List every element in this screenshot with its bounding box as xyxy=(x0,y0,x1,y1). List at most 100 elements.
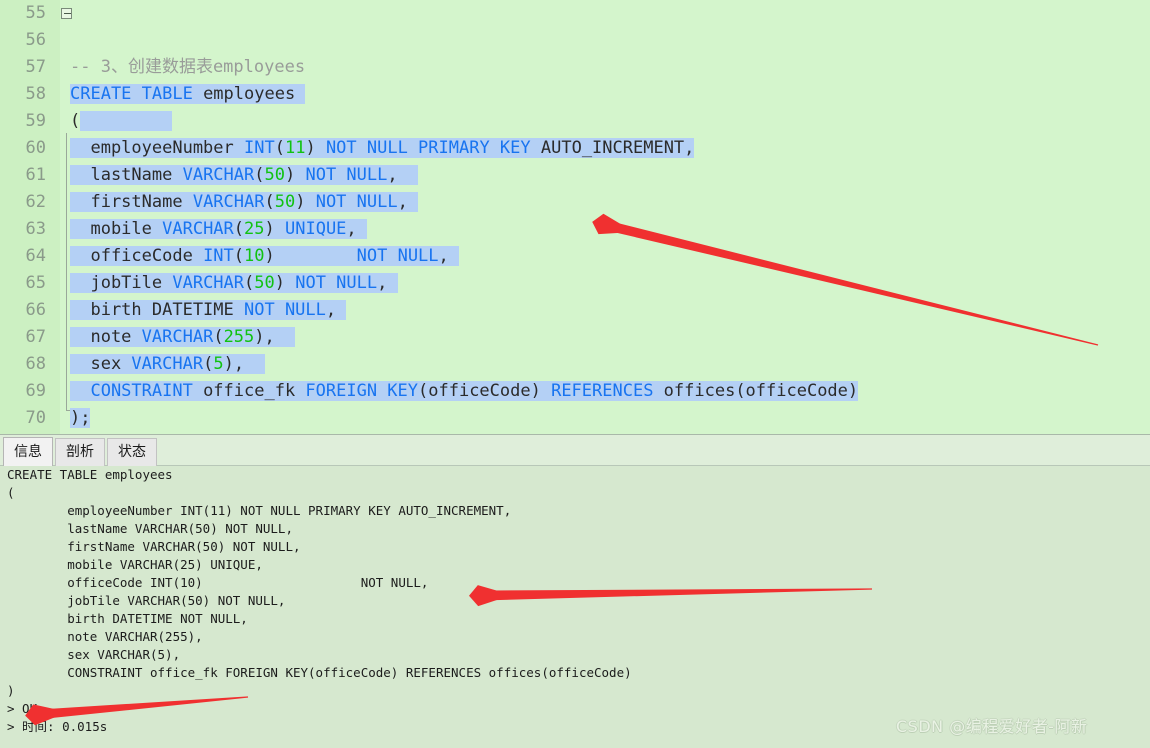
editor-line-number: 68 xyxy=(25,354,46,374)
message-output-pane[interactable]: CREATE TABLE employees ( employeeNumber I… xyxy=(0,466,1150,748)
editor-line[interactable]: 59 ( xyxy=(0,108,1150,135)
tab-profile[interactable]: 剖析 xyxy=(55,438,105,466)
editor-line-text: ); xyxy=(70,405,91,432)
sql-editor-pane[interactable]: 55 56 57 -- 3、创建数据表employees 58 CREATE TABLE … xyxy=(0,0,1150,434)
editor-line[interactable]: 56 xyxy=(0,27,1150,54)
editor-line-number: 57 xyxy=(25,57,46,77)
output-line: CREATE TABLE employees xyxy=(7,467,173,482)
code-token: (officeCode) xyxy=(418,381,552,401)
editor-line[interactable]: 66 birth DATETIME NOT NULL, xyxy=(0,297,1150,324)
code-token: , xyxy=(387,165,419,185)
editor-line-number: 58 xyxy=(25,84,46,104)
code-token: 25 xyxy=(244,219,265,239)
editor-line[interactable]: 58 CREATE TABLE employees xyxy=(0,81,1150,108)
code-token: 5 xyxy=(213,354,224,374)
editor-line[interactable]: 67 note VARCHAR(255), xyxy=(0,324,1150,351)
code-token: mobile xyxy=(70,219,163,239)
editor-line[interactable]: 70); xyxy=(0,405,1150,432)
code-token: , xyxy=(377,273,398,293)
code-token: INT xyxy=(244,138,275,158)
editor-line-number: 59 xyxy=(25,111,46,131)
code-token: ) xyxy=(274,273,296,293)
code-token: ( xyxy=(233,219,245,239)
code-token: ) xyxy=(264,246,357,266)
editor-line-number: 65 xyxy=(25,273,46,293)
code-token: jobTile xyxy=(70,273,173,293)
editor-line-number: 70 xyxy=(25,408,46,428)
code-token: ); xyxy=(70,408,91,428)
editor-line-number: 63 xyxy=(25,219,46,239)
editor-line[interactable]: 57 -- 3、创建数据表employees xyxy=(0,54,1150,81)
code-token: ), xyxy=(223,354,265,374)
code-token: 50 xyxy=(254,273,275,293)
code-token: , xyxy=(438,246,460,266)
code-token: ( xyxy=(203,354,214,374)
tab-profile-label: 剖析 xyxy=(66,444,94,460)
editor-line-text: sex VARCHAR(5), xyxy=(70,351,265,378)
code-token xyxy=(80,111,173,131)
code-token: , xyxy=(346,219,367,239)
editor-line-number: 62 xyxy=(25,192,46,212)
editor-line-text: jobTile VARCHAR(50) NOT NULL, xyxy=(70,270,398,297)
editor-code-area[interactable]: 55 56 57 -- 3、创建数据表employees 58 CREATE TABLE … xyxy=(0,0,1150,434)
code-token: employeeNumber xyxy=(70,138,244,158)
output-line: officeCode INT(10) NOT NULL, xyxy=(7,575,429,590)
editor-line-number: 61 xyxy=(25,165,46,185)
code-token: UNIQUE xyxy=(285,219,347,239)
code-token: 50 xyxy=(264,165,285,185)
output-line: ( xyxy=(7,485,15,500)
code-token: 50 xyxy=(274,192,296,212)
editor-line[interactable]: 62 firstName VARCHAR(50) NOT NULL, xyxy=(0,189,1150,216)
code-token: firstName xyxy=(70,192,193,212)
editor-line[interactable]: 60 employeeNumber INT(11) NOT NULL PRIMA… xyxy=(0,135,1150,162)
editor-line-text: note VARCHAR(255), xyxy=(70,324,296,351)
output-line: sex VARCHAR(5), xyxy=(7,647,181,662)
code-token: ) xyxy=(305,138,326,158)
editor-line[interactable]: 55 xyxy=(0,0,1150,27)
editor-line[interactable]: 64 officeCode INT(10) NOT NULL, xyxy=(0,243,1150,270)
editor-line-text: ( xyxy=(70,108,173,135)
code-token: office_fk xyxy=(192,381,306,401)
code-token: CREATE TABLE xyxy=(70,84,193,104)
output-line: CONSTRAINT office_fk FOREIGN KEY(officeC… xyxy=(7,665,632,680)
code-token: AUTO_INCREMENT, xyxy=(530,138,695,158)
code-token: ), xyxy=(254,327,296,347)
code-token: ( xyxy=(70,111,81,131)
output-line: employeeNumber INT(11) NOT NULL PRIMARY … xyxy=(7,503,512,518)
output-line: jobTile VARCHAR(50) NOT NULL, xyxy=(7,593,286,608)
code-token: VARCHAR xyxy=(141,327,214,347)
code-token: CONSTRAINT xyxy=(70,381,193,401)
code-token: ) xyxy=(264,219,285,239)
editor-line[interactable]: 65 jobTile VARCHAR(50) NOT NULL, xyxy=(0,270,1150,297)
tab-info[interactable]: 信息 xyxy=(3,437,53,467)
code-token: VARCHAR xyxy=(192,192,265,212)
output-line: ) xyxy=(7,683,15,698)
code-token: VARCHAR xyxy=(182,165,255,185)
code-token: ( xyxy=(233,246,245,266)
code-token: NOT NULL xyxy=(244,300,326,320)
code-token: ( xyxy=(244,273,255,293)
code-token: FOREIGN KEY xyxy=(305,381,419,401)
tab-status[interactable]: 状态 xyxy=(107,438,157,466)
editor-line-number: 55 xyxy=(25,3,46,23)
code-token: ( xyxy=(264,192,275,212)
code-token: REFERENCES xyxy=(551,381,654,401)
editor-line[interactable]: 63 mobile VARCHAR(25) UNIQUE, xyxy=(0,216,1150,243)
editor-line[interactable]: 61 lastName VARCHAR(50) NOT NULL, xyxy=(0,162,1150,189)
editor-line-number: 64 xyxy=(25,246,46,266)
editor-line-text: CREATE TABLE employees xyxy=(70,81,306,108)
editor-line-text: lastName VARCHAR(50) NOT NULL, xyxy=(70,162,419,189)
editor-line-number: 67 xyxy=(25,327,46,347)
code-token: 255 xyxy=(223,327,255,347)
editor-line-text: firstName VARCHAR(50) NOT NULL, xyxy=(70,189,419,216)
editor-line[interactable]: 69 CONSTRAINT office_fk FOREIGN KEY(offi… xyxy=(0,378,1150,405)
code-token: VARCHAR xyxy=(131,354,204,374)
code-token: ( xyxy=(213,327,224,347)
output-line: lastName VARCHAR(50) NOT NULL, xyxy=(7,521,293,536)
code-token: officeCode xyxy=(70,246,204,266)
editor-line-text: -- 3、创建数据表employees xyxy=(70,54,305,81)
code-token: ( xyxy=(274,138,285,158)
code-token: ) xyxy=(295,192,316,212)
code-token: INT xyxy=(203,246,234,266)
editor-line[interactable]: 68 sex VARCHAR(5), xyxy=(0,351,1150,378)
